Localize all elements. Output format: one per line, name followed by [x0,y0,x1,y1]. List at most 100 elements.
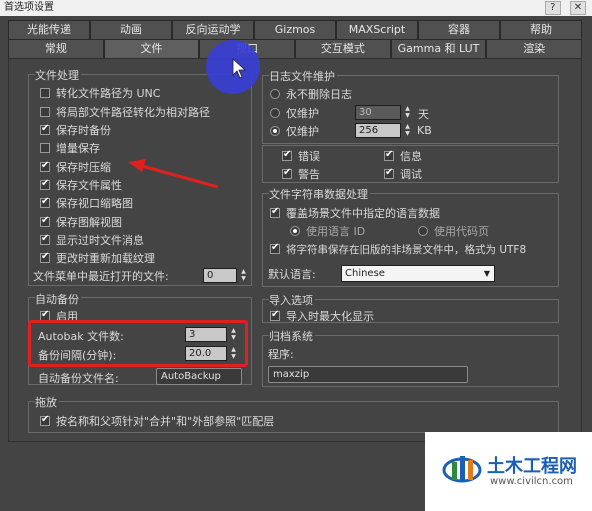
option-log-debug[interactable]: 调试 [384,166,422,182]
highlight-box [28,320,248,367]
checkbox[interactable] [40,178,50,190]
option-save-schematic-view[interactable]: 保存图解视图 [40,214,122,230]
option-log-warnings[interactable]: 警告 [282,166,320,182]
option-label: 警告 [298,168,320,181]
option-use-codepage[interactable]: 使用代码页 [418,223,489,239]
option-label: 显示过时文件消息 [56,234,144,247]
tab-containers[interactable]: 容器 [418,20,500,40]
radio-button[interactable] [270,89,280,99]
archive-program-label: 程序: [268,348,294,361]
backup-filename-input[interactable]: AutoBackup [156,368,242,385]
spinner-arrows-icon[interactable]: ▲ ▼ [403,123,412,138]
checkbox[interactable] [384,167,394,179]
keep-kb-spinner[interactable]: 256 [355,123,401,138]
spinner-arrows-icon[interactable]: ▲ ▼ [239,268,248,283]
recent-files-label: 文件菜单中最近打开的文件: [33,270,169,283]
checkbox[interactable] [270,242,280,254]
radio-button[interactable] [418,226,428,236]
default-language-select[interactable]: Chinese ▼ [341,265,495,282]
backup-filename-label: 自动备份文件名: [38,372,119,385]
import-options-title: 导入选项 [269,292,315,308]
tab-maxscript[interactable]: MAXScript [336,20,418,40]
radio-button[interactable] [270,108,280,118]
option-backup-on-save[interactable]: 保存时备份 [40,122,111,138]
option-log-info[interactable]: 信息 [384,148,422,164]
option-label: 转化文件路径为 UNC [56,87,161,100]
option-save-file-properties[interactable]: 保存文件属性 [40,177,122,193]
option-label: 仅维护 [286,125,319,138]
checkbox[interactable] [282,149,292,161]
checkbox[interactable] [270,206,280,218]
tab-animation[interactable]: 动画 [90,20,172,40]
close-button[interactable]: ✕ [570,1,586,15]
option-label: 增量保存 [56,142,100,155]
option-match-layers[interactable]: 按名称和父项针对"合并"和"外部参照"匹配层 [40,413,274,429]
radio-button[interactable] [290,226,300,236]
checkbox[interactable] [40,414,50,426]
checkbox[interactable] [40,233,50,245]
tab-files[interactable]: 文件 [103,39,200,59]
help-button[interactable]: ? [544,1,561,15]
recent-files-spinner[interactable]: 0 [203,268,237,283]
option-label: 将字符串保存在旧版的非场景文件中，格式为 UTF8 [286,243,527,256]
checkbox[interactable] [40,160,50,172]
checkbox[interactable] [40,123,50,135]
archive-program-input[interactable]: maxzip [268,366,468,383]
days-unit-label: 天 [418,108,429,121]
checkbox[interactable] [40,143,50,153]
watermark-url: www.civilcn.com [490,476,573,487]
checkbox[interactable] [282,167,292,179]
option-label: 保存时压缩 [56,161,111,174]
civilcn-logo-icon [442,456,482,483]
tab-radiosity[interactable]: 光能传递 [8,20,90,40]
option-label: 错误 [298,150,320,163]
option-obsolete-file-message[interactable]: 显示过时文件消息 [40,232,144,248]
option-log-errors[interactable]: 错误 [282,148,320,164]
tab-help[interactable]: 帮助 [500,20,582,40]
option-label: 调试 [400,168,422,181]
tab-interaction-mode[interactable]: 交互模式 [295,39,391,59]
option-label: 使用语言 ID [306,225,366,238]
spinner-arrows-icon[interactable]: ▲ ▼ [403,105,412,120]
selected-value: Chinese [345,268,385,279]
option-label: 导入时最大化显示 [286,310,374,323]
checkbox[interactable] [40,251,50,263]
radio-button[interactable] [270,126,280,136]
kb-unit-label: KB [417,124,432,137]
tab-inverse-kinematics[interactable]: 反向运动学 [172,20,254,40]
option-compress-on-save[interactable]: 保存时压缩 [40,159,111,175]
checkbox[interactable] [40,215,50,227]
option-keep-days[interactable]: 仅维护 [270,105,319,121]
tab-gamma-lut[interactable]: Gamma 和 LUT [390,39,487,59]
checkbox[interactable] [384,149,394,161]
option-label: 永不删除日志 [286,88,352,101]
checkbox[interactable] [40,88,50,98]
option-keep-kb[interactable]: 仅维护 [270,123,319,139]
option-save-viewport-thumbnail[interactable]: 保存视口缩略图 [40,195,133,211]
tab-gizmos[interactable]: Gizmos [254,20,336,40]
tab-row-2: 常规 文件 视口 交互模式 Gamma 和 LUT 渲染 [8,39,583,59]
option-maximize-on-import[interactable]: 导入时最大化显示 [270,308,374,324]
option-use-language-id[interactable]: 使用语言 ID [290,223,365,239]
option-label: 按名称和父项针对"合并"和"外部参照"匹配层 [56,415,275,428]
option-label: 保存视口缩略图 [56,197,133,210]
option-label: 保存时备份 [56,124,111,137]
drag-drop-title: 拖放 [35,394,59,410]
option-save-legacy-utf8[interactable]: 将字符串保存在旧版的非场景文件中，格式为 UTF8 [270,241,526,257]
checkbox[interactable] [40,107,50,117]
option-increment-save[interactable]: 增量保存 [40,140,100,156]
option-relative-paths[interactable]: 将局部文件路径转化为相对路径 [40,104,210,120]
option-reload-textures[interactable]: 更改时重新加载纹理 [40,250,155,266]
keep-days-spinner[interactable]: 30 [355,105,401,120]
option-unc-paths[interactable]: 转化文件路径为 UNC [40,85,160,101]
checkbox[interactable] [270,309,280,321]
option-never-delete-logs[interactable]: 永不删除日志 [270,86,352,102]
checkbox[interactable] [40,196,50,208]
watermark-title: 土木工程网 [487,456,577,477]
tab-row-1: 光能传递 动画 反向运动学 Gizmos MAXScript 容器 帮助 [8,20,582,40]
tab-rendering[interactable]: 渲染 [486,39,583,59]
option-label: 仅维护 [286,107,319,120]
option-override-language[interactable]: 覆盖场景文件中指定的语言数据 [270,205,440,221]
tab-general[interactable]: 常规 [8,39,104,59]
file-handling-title: 文件处理 [35,67,81,83]
